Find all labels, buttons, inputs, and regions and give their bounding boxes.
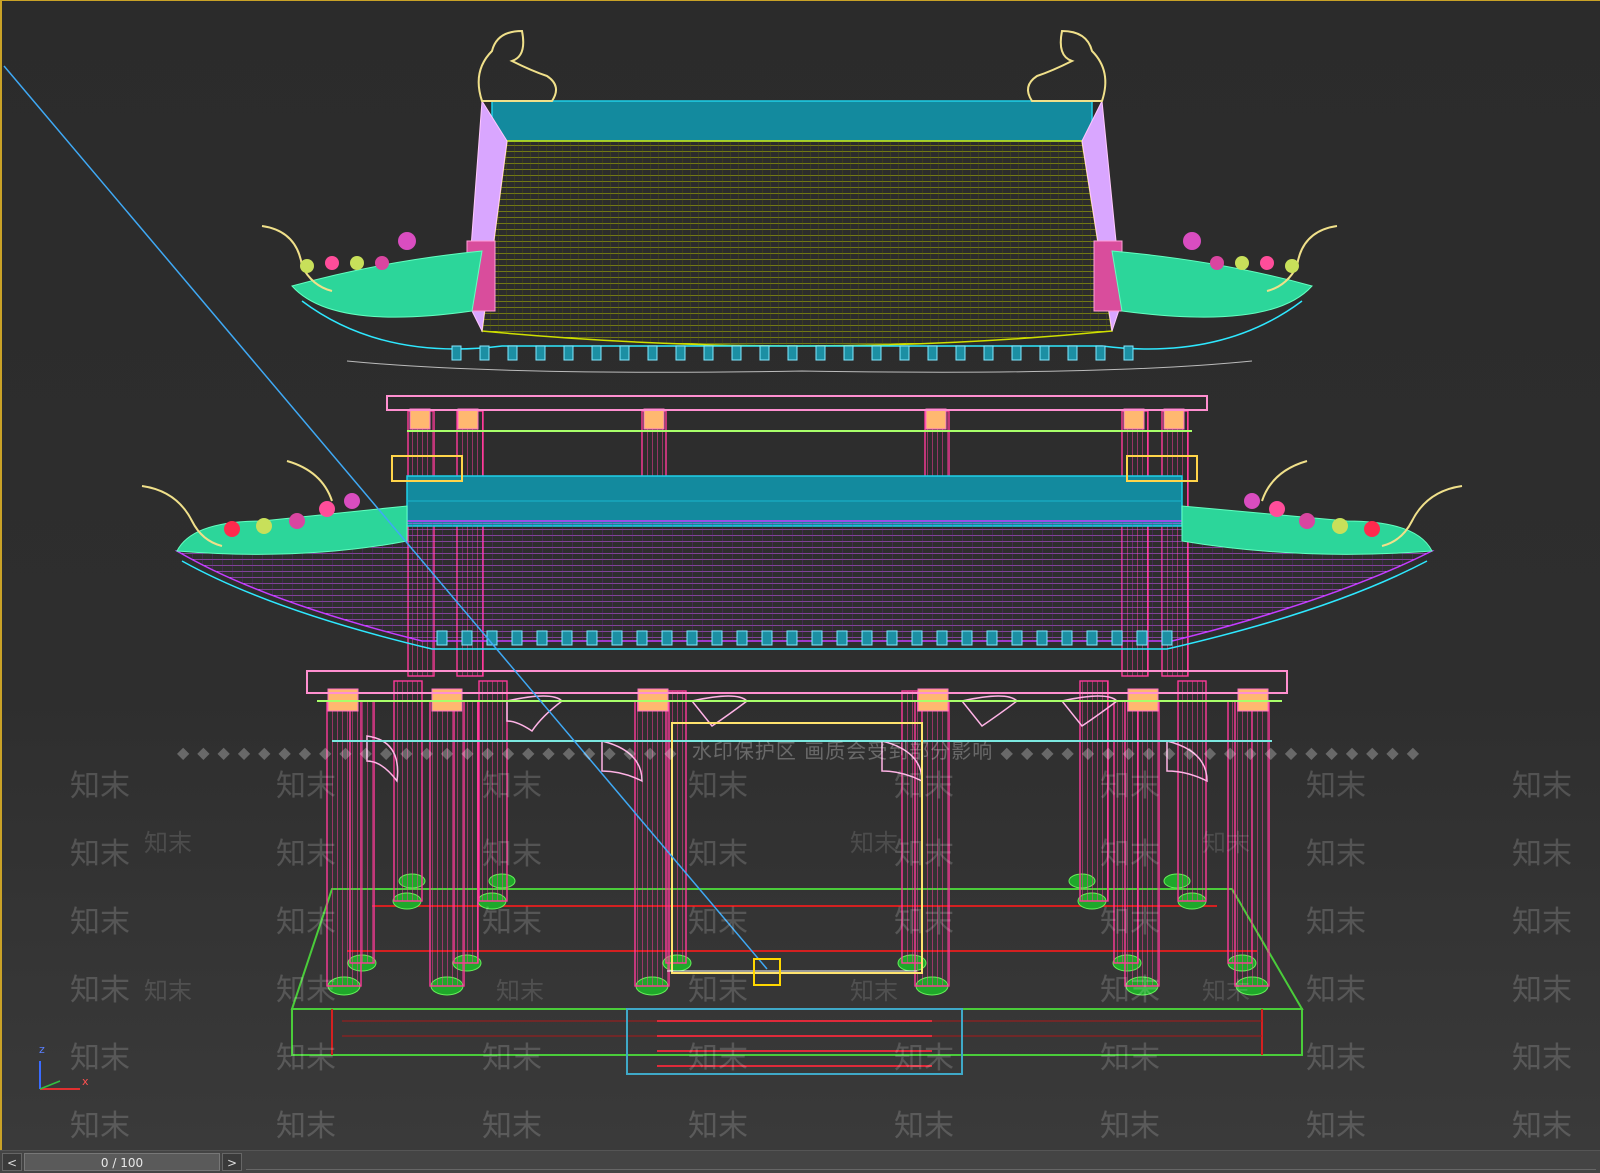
watermark-dots-left: ◆◆◆◆◆◆◆◆◆◆◆◆◆◆◆◆◆◆◆◆◆◆◆◆◆ [176,743,685,762]
timeline-track[interactable] [246,1155,1596,1170]
watermark-tile: 知末 [1512,769,1572,804]
watermark-tile: 知末 [1306,769,1366,804]
watermark-tile: 知末 [144,977,192,1005]
watermark-tile: 知末 [1100,973,1160,1008]
watermark-tile: 知末 [1512,905,1572,940]
watermark-tile: 知末 [850,829,898,857]
watermark-tile: 知末 [1100,837,1160,872]
watermark-tile: 知末 [1100,1109,1160,1144]
watermark-tile: 知末 [482,905,542,940]
watermark-tile: 知末 [894,905,954,940]
watermark-tile: 知末 [688,1041,748,1076]
watermark-tile: 知末 [1512,1041,1572,1076]
watermark-tile: 知末 [482,769,542,804]
upper-roof[interactable] [291,99,1313,373]
watermark-tile: 知末 [276,905,336,940]
watermark-tile: 知末 [1306,1041,1366,1076]
watermark-tile: 知末 [482,1109,542,1144]
timeline-next-button[interactable]: > [222,1153,242,1171]
watermark-tile: 知末 [1202,977,1250,1005]
watermark-tile: 知末 [1512,973,1572,1008]
watermark-tile: 知末 [276,769,336,804]
axis-gizmo-icon [39,1061,80,1090]
watermark-tile: 知末 [482,837,542,872]
watermark-tile: 知末 [70,837,130,872]
watermark-tile: 知末 [1306,837,1366,872]
timeline-frame-slider[interactable]: 0 / 100 [24,1153,220,1171]
timeline-prev-button[interactable]: < [2,1153,22,1171]
watermark-tile: 知末 [1512,1109,1572,1144]
watermark-banner-text: 水印保护区 画质会受到部分影响 [691,739,994,763]
watermark-tile: 知末 [276,1041,336,1076]
watermark-tile: 知末 [1100,1041,1160,1076]
watermark-tile: 知末 [1100,769,1160,804]
watermark-tile: 知末 [688,1109,748,1144]
watermark-tile: 知末 [688,973,748,1008]
watermark-tile: 知末 [894,769,954,804]
watermark-tile: 知末 [1306,973,1366,1008]
axis-gizmo: z x [30,1043,100,1103]
watermark-tile: 知末 [144,829,192,857]
watermark-tile: 知末 [70,905,130,940]
watermark-tile: 知末 [1306,1109,1366,1144]
watermark-tile: 知末 [482,1041,542,1076]
watermark-tile: 知末 [688,769,748,804]
3d-viewport[interactable]: ◆◆◆◆◆◆◆◆◆◆◆◆◆◆◆◆◆◆◆◆◆◆◆◆◆ 水印保护区 画质会受到部分影… [0,0,1600,1150]
watermark-tile: 知末 [70,973,130,1008]
watermark-tile: 知末 [894,837,954,872]
watermark-dots-right: ◆◆◆◆◆◆◆◆◆◆◆◆◆◆◆◆◆◆◆◆◆ [1000,743,1428,762]
watermark-tile: 知末 [894,1041,954,1076]
watermark-tile: 知末 [688,837,748,872]
watermark-tile: 知末 [894,1109,954,1144]
lower-roof[interactable] [174,475,1435,650]
axis-label-x: x [82,1075,89,1088]
watermark-tile: 知末 [688,905,748,940]
watermark-tile: 知末 [276,837,336,872]
watermark-tile: 知末 [1306,905,1366,940]
watermark-tile: 知末 [276,973,336,1008]
watermark-tile: 知末 [70,769,130,804]
watermark-tile: 知末 [1202,829,1250,857]
watermark-tile: 知末 [850,977,898,1005]
watermark-tile: 知末 [1100,905,1160,940]
watermark-tile: 知末 [1512,837,1572,872]
watermark-tile: 知末 [496,977,544,1005]
timeline-bar: < 0 / 100 > [0,1150,1600,1173]
watermark-tile: 知末 [70,1109,130,1144]
axis-label-z: z [39,1043,45,1056]
watermark-tile: 知末 [276,1109,336,1144]
upper-dougong-row [451,345,1134,361]
